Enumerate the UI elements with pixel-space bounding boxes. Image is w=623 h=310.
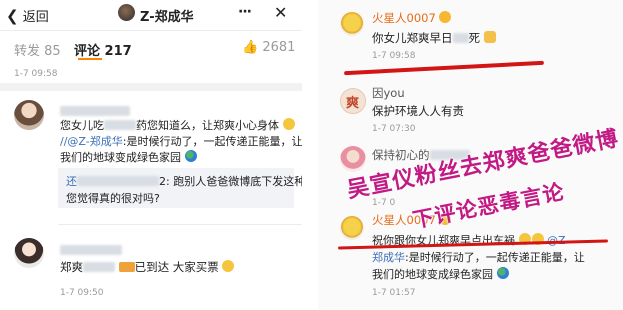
- sweat-smile-emoji-icon: [282, 118, 295, 130]
- thumbs-up-icon: 👍: [242, 40, 259, 55]
- globe-emoji-icon: [496, 267, 509, 279]
- commenter-avatar[interactable]: [14, 238, 44, 268]
- mention-link[interactable]: //@Z-郑成华: [60, 135, 123, 148]
- globe-emoji-icon: [184, 150, 197, 162]
- comment-text: 保护环境人人有责: [372, 104, 464, 118]
- chevron-left-icon: ❮: [6, 7, 19, 25]
- comment-text: 你女儿郑爽早日死: [372, 30, 496, 46]
- commenter-avatar[interactable]: [340, 12, 364, 36]
- thumbs-emoji-icon: [483, 31, 496, 43]
- commenter-avatar[interactable]: [340, 216, 364, 240]
- tab-comments[interactable]: 评论 217: [74, 40, 132, 59]
- commenter-name-blurred[interactable]: [60, 240, 122, 259]
- panel-gap: [302, 0, 318, 310]
- commenter-name[interactable]: 因you: [372, 85, 405, 101]
- tab-reposts[interactable]: 转发 85: [14, 40, 61, 59]
- mention-link[interactable]: 郑成华: [372, 251, 405, 264]
- truck-emoji-icon: [118, 262, 135, 272]
- left-screenshot-panel: ❮ 返回 Z-郑成华 ··· ✕ 转发 85 评论 217 👍 2681 1-7…: [0, 0, 302, 310]
- commenter-avatar[interactable]: [14, 100, 44, 130]
- comment-line-2: 郑成华:是时候行动了，一起传递正能量，让: [372, 251, 585, 264]
- comment-line-2: //@Z-郑成华:是时候行动了，一起传递正能量，让: [60, 135, 302, 148]
- comment-line-3: 我们的地球变成绿色家园: [372, 266, 509, 282]
- comment-time: 1-7 09:50: [60, 288, 104, 298]
- comment-line-3: 我们的地球变成绿色家园: [60, 149, 197, 165]
- red-underline-annotation: [344, 60, 544, 76]
- section-divider: [0, 83, 302, 91]
- account-avatar[interactable]: [118, 4, 135, 21]
- close-icon[interactable]: ✕: [274, 3, 287, 22]
- comment-time: 1-7 01:57: [372, 288, 416, 298]
- comment-text: 郑爽 已到达 大家买票: [60, 259, 235, 275]
- vip-badge-icon: [439, 11, 452, 23]
- comment-time: 1-7 0: [372, 198, 396, 208]
- reply-preview[interactable]: 还 2: 跑别人爸爸微博底下发这种话 您觉得真的很对吗?: [58, 168, 302, 208]
- likes-count[interactable]: 👍 2681: [242, 40, 295, 55]
- commenter-name[interactable]: 火星人0007: [372, 10, 452, 26]
- account-name[interactable]: Z-郑成华: [140, 6, 194, 25]
- commenter-avatar[interactable]: [340, 146, 366, 172]
- back-label: 返回: [22, 10, 49, 25]
- post-time: 1-7 09:58: [14, 69, 58, 79]
- tab-active-underline: [78, 58, 102, 60]
- commenter-avatar[interactable]: 爽: [340, 88, 366, 114]
- comment-time: 1-7 07:30: [372, 124, 416, 134]
- back-button[interactable]: ❮ 返回: [6, 6, 49, 25]
- laughing-emoji-icon: [222, 260, 235, 272]
- comment-line-1: 您女儿吃 药您知道么，让郑爽小心身体: [60, 117, 295, 133]
- comment-time: 1-7 09:58: [372, 51, 416, 61]
- more-options-icon[interactable]: ···: [238, 4, 252, 20]
